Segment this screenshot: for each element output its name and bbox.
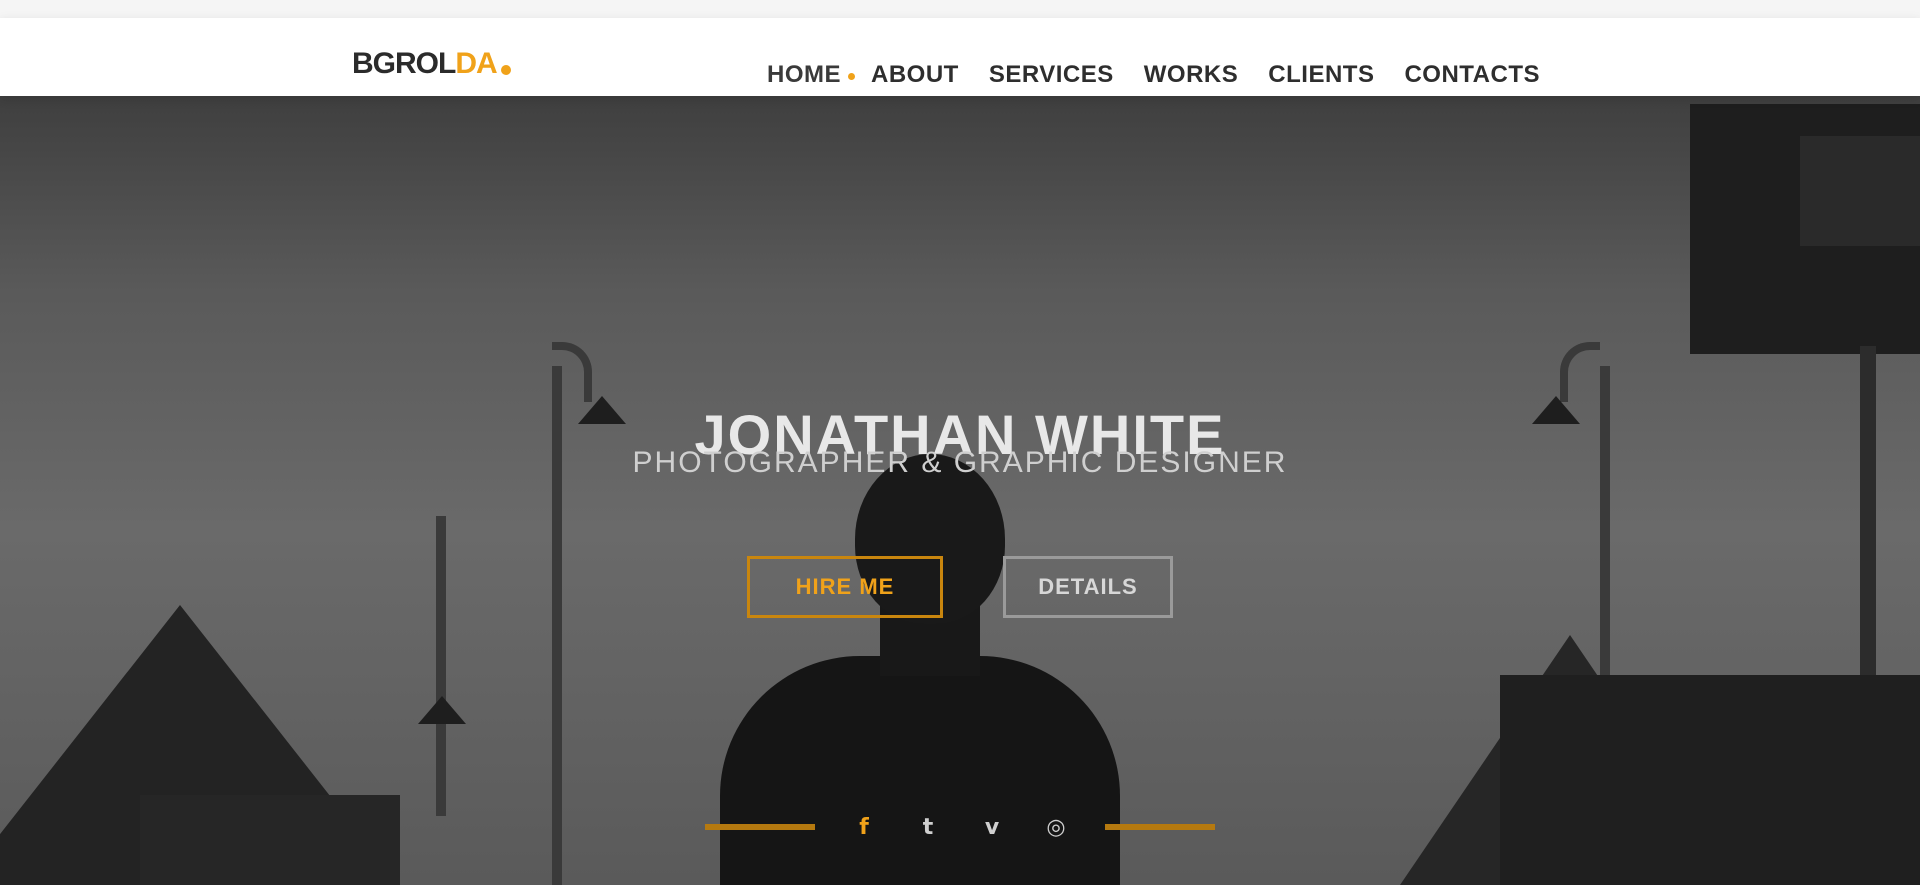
social-bar: f t v ◎ (0, 812, 1920, 842)
logo-accent-text: DA (455, 47, 497, 80)
decorative-line-right (1105, 824, 1215, 830)
billboard-panel (1800, 136, 1920, 246)
logo-dot-icon (500, 65, 511, 75)
twitter-icon[interactable]: t (913, 812, 943, 842)
menu-item-home[interactable]: HOME (767, 61, 856, 89)
menu-item-clients[interactable]: CLIENTS (1268, 61, 1374, 89)
instagram-icon[interactable]: ◎ (1041, 812, 1071, 842)
browser-top-strip (0, 0, 1920, 18)
facebook-icon[interactable]: f (849, 812, 879, 842)
person-silhouette-body (720, 656, 1120, 885)
menu-item-contacts[interactable]: CONTACTS (1404, 61, 1540, 89)
menu-item-works[interactable]: WORKS (1144, 61, 1239, 89)
lamp-arm-right (1560, 342, 1600, 402)
site-logo[interactable]: BGROL DA (352, 46, 511, 82)
lamp-arm-left (552, 342, 592, 402)
hire-me-button[interactable]: HIRE ME (747, 556, 943, 618)
hero-section: JONATHAN WHITE PHOTOGRAPHER & GRAPHIC DE… (0, 96, 1920, 885)
hero-buttons: HIRE ME DETAILS (0, 556, 1920, 618)
main-menu: HOME ABOUT SERVICES WORKS CLIENTS CONTAC… (737, 36, 1540, 114)
menu-item-services[interactable]: SERVICES (989, 61, 1114, 89)
menu-item-about[interactable]: ABOUT (871, 61, 959, 89)
hero-subtitle: PHOTOGRAPHER & GRAPHIC DESIGNER (632, 446, 1288, 479)
house-right (1500, 675, 1920, 885)
lamp-shade-small (418, 696, 466, 724)
logo-text: BGROL (352, 47, 456, 80)
decorative-line-left (705, 824, 815, 830)
main-navbar: BGROL DA HOME ABOUT SERVICES WORKS CLIEN… (0, 18, 1920, 96)
details-button[interactable]: DETAILS (1003, 556, 1173, 618)
vimeo-icon[interactable]: v (977, 812, 1007, 842)
